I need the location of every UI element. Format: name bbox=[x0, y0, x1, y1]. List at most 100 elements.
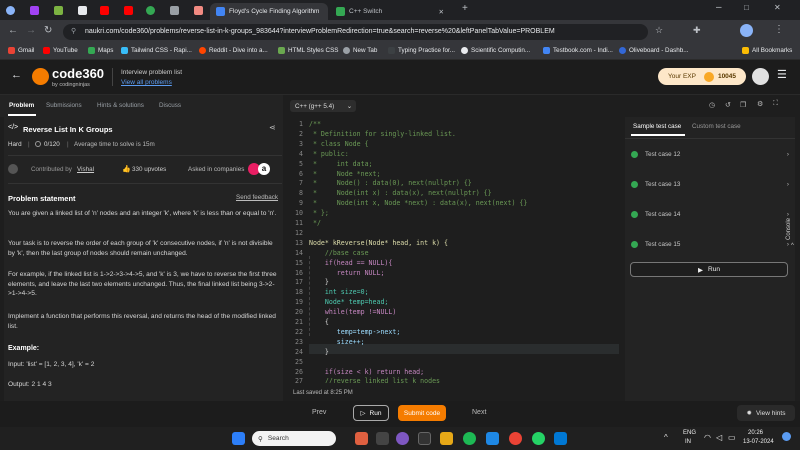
taskbar-app-icon[interactable] bbox=[355, 432, 368, 445]
tab-favicon-icon[interactable] bbox=[30, 6, 39, 15]
chevron-up-icon[interactable]: ^ bbox=[791, 243, 794, 249]
extensions-icon[interactable]: ✚ bbox=[693, 25, 701, 36]
terminal-icon[interactable] bbox=[418, 432, 431, 445]
task-view-icon[interactable] bbox=[376, 432, 389, 445]
prev-button[interactable]: Prev bbox=[312, 409, 326, 416]
run-code-button[interactable]: ▷ Run bbox=[353, 405, 389, 421]
bookmark-new-tab[interactable]: New Tab bbox=[343, 47, 377, 54]
exp-coin-icon bbox=[703, 71, 714, 82]
taskbar-search-box[interactable]: ⚲ Search bbox=[252, 431, 336, 446]
all-bookmarks[interactable]: All Bookmarks bbox=[742, 47, 792, 54]
settings-gear-icon[interactable]: ⚙ bbox=[757, 100, 763, 108]
test-case-item[interactable]: Test case 13 › bbox=[631, 173, 789, 195]
bookmark-star-icon[interactable]: ☆ bbox=[655, 25, 663, 36]
copilot-icon[interactable] bbox=[396, 432, 409, 445]
bookmark-gmail[interactable]: Gmail bbox=[8, 47, 34, 54]
next-button[interactable]: Next bbox=[472, 409, 486, 416]
tab-problem[interactable]: Problem bbox=[9, 102, 34, 109]
share-icon[interactable]: ⋖ bbox=[269, 123, 276, 132]
tab-favicon-icon[interactable] bbox=[6, 6, 15, 15]
author-link[interactable]: Vishal bbox=[77, 166, 94, 173]
clock-date[interactable]: 13-07-2024 bbox=[743, 439, 774, 445]
copy-icon[interactable]: ❐ bbox=[740, 101, 746, 109]
hamburger-menu-icon[interactable]: ☰ bbox=[777, 68, 787, 81]
reset-icon[interactable]: ↺ bbox=[725, 101, 731, 109]
windows-start-icon[interactable] bbox=[232, 432, 245, 445]
clock-icon[interactable]: ◷ bbox=[709, 101, 715, 109]
code360-logo-icon[interactable] bbox=[32, 68, 49, 85]
console-toggle[interactable]: Console bbox=[786, 210, 792, 240]
language-select[interactable]: C++ (g++ 5.4) ⌄ bbox=[290, 100, 356, 112]
language-indicator[interactable]: ENG bbox=[683, 430, 696, 436]
user-avatar[interactable] bbox=[752, 68, 769, 85]
notification-icon[interactable] bbox=[782, 432, 791, 441]
bookmark-typing[interactable]: Typing Practice for... bbox=[388, 47, 455, 54]
bookmark-reddit[interactable]: Reddit - Dive into a... bbox=[199, 47, 268, 54]
clock-time[interactable]: 20:26 bbox=[748, 430, 763, 436]
exp-value: 10045 bbox=[717, 73, 737, 80]
reload-icon[interactable]: ↻ bbox=[44, 25, 52, 36]
whatsapp-icon[interactable] bbox=[532, 432, 545, 445]
bookmark-tailwind[interactable]: Tailwind CSS - Rapi... bbox=[121, 47, 192, 54]
browser-tab[interactable]: C++ Switch ✕ bbox=[330, 3, 450, 20]
chevron-up-icon[interactable]: ^ bbox=[664, 433, 668, 442]
tab-hints-solutions[interactable]: Hints & solutions bbox=[97, 102, 144, 109]
tab-favicon-icon[interactable] bbox=[78, 6, 87, 15]
logo-text[interactable]: code360 bbox=[52, 66, 104, 81]
bookmark-youtube[interactable]: YouTube bbox=[43, 47, 78, 54]
bookmark-html-styles[interactable]: HTML Styles CSS bbox=[278, 47, 339, 54]
upvote-icon[interactable]: 👍 bbox=[122, 165, 131, 173]
problem-title: Reverse List In K Groups bbox=[23, 125, 113, 134]
bookmark-scientific[interactable]: Scientific Computin... bbox=[461, 47, 530, 54]
vscode-icon[interactable] bbox=[554, 432, 567, 445]
code-area[interactable]: 1 /** 2 * Definition for singly-linked lis… bbox=[287, 117, 621, 383]
tab-submissions[interactable]: Submissions bbox=[46, 102, 82, 109]
forward-icon[interactable]: → bbox=[26, 25, 36, 36]
amazon-logo-icon[interactable]: a bbox=[258, 163, 270, 175]
tab-favicon-icon[interactable] bbox=[170, 6, 179, 15]
file-explorer-icon[interactable] bbox=[440, 432, 453, 445]
minimize-icon[interactable]: – bbox=[716, 2, 722, 13]
back-arrow-icon[interactable]: ← bbox=[11, 69, 22, 81]
bookmark-testbook[interactable]: Testbook.com - Indi... bbox=[543, 47, 613, 54]
back-icon[interactable]: ← bbox=[8, 25, 18, 36]
line-number: 2 bbox=[299, 129, 303, 138]
tab-favicon-icon[interactable] bbox=[146, 6, 155, 15]
run-button[interactable]: ▶ Run bbox=[630, 262, 788, 277]
youtube-tab-icon[interactable] bbox=[124, 6, 133, 15]
battery-icon[interactable]: ▭ bbox=[728, 433, 736, 442]
play-icon: ▷ bbox=[360, 410, 366, 417]
site-info-icon[interactable]: ⚲ bbox=[71, 24, 76, 40]
new-tab-icon[interactable]: + bbox=[462, 3, 468, 14]
volume-icon[interactable]: ◁ bbox=[716, 433, 722, 442]
language-region[interactable]: IN bbox=[685, 439, 691, 445]
bookmark-maps[interactable]: Maps bbox=[88, 47, 113, 54]
view-hints-button[interactable]: ✹ View hints bbox=[737, 405, 795, 421]
tab-sample-test-case[interactable]: Sample test case bbox=[633, 123, 681, 130]
test-case-item[interactable]: Test case 14 › bbox=[631, 203, 789, 225]
tab-favicon-icon[interactable] bbox=[194, 6, 203, 15]
chrome-icon[interactable] bbox=[509, 432, 522, 445]
bookmark-oliveboard[interactable]: Oliveboard - Dashb... bbox=[619, 47, 689, 54]
menu-icon[interactable]: ⋮ bbox=[774, 24, 784, 35]
test-case-item[interactable]: Test case 15 › bbox=[631, 233, 789, 255]
close-window-icon[interactable]: ✕ bbox=[774, 3, 781, 12]
browser-tab-active[interactable]: Floyd's Cycle Finding Algorithm bbox=[210, 3, 328, 20]
fullscreen-icon[interactable]: ⛶ bbox=[773, 100, 778, 108]
tab-custom-test-case[interactable]: Custom test case bbox=[692, 123, 741, 130]
tab-favicon-icon[interactable] bbox=[54, 6, 63, 15]
youtube-tab-icon[interactable] bbox=[100, 6, 109, 15]
url-bar[interactable]: ⚲ naukri.com/code360/problems/reverse-li… bbox=[63, 24, 648, 40]
exp-badge[interactable]: Your EXP 10045 bbox=[658, 68, 746, 85]
profile-avatar[interactable] bbox=[740, 24, 753, 37]
store-icon[interactable] bbox=[486, 432, 499, 445]
submit-code-button[interactable]: Submit code bbox=[398, 405, 446, 421]
maximize-icon[interactable]: □ bbox=[744, 3, 749, 12]
test-case-item[interactable]: Test case 12 › bbox=[631, 143, 789, 165]
close-tab-icon[interactable]: ✕ bbox=[439, 8, 444, 16]
view-all-problems-link[interactable]: View all problems bbox=[121, 79, 172, 86]
spotify-icon[interactable] bbox=[463, 432, 476, 445]
tab-discuss[interactable]: Discuss bbox=[159, 102, 181, 109]
wifi-icon[interactable]: ◠ bbox=[704, 433, 711, 442]
send-feedback-link[interactable]: Send feedback bbox=[236, 194, 278, 201]
